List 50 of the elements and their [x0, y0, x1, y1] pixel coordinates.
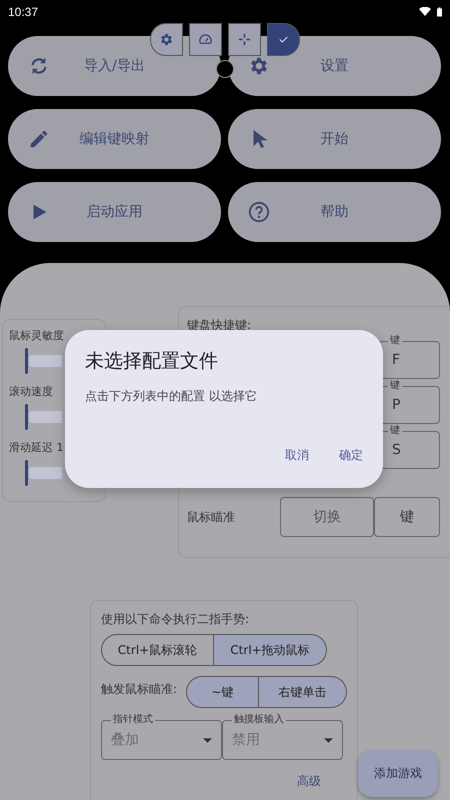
- dialog-title: 未选择配置文件: [85, 349, 219, 374]
- mode-field[interactable]: 切换: [280, 497, 374, 537]
- slider[interactable]: [25, 460, 62, 486]
- segment-button[interactable]: ~键: [186, 676, 259, 708]
- pencil-icon: [28, 128, 50, 150]
- help-icon: [248, 201, 270, 223]
- slider-thumb[interactable]: [25, 348, 28, 374]
- dropdown-field[interactable]: 触摸板输入 禁用: [222, 713, 343, 760]
- dialog-message: 点击下方列表中的配置 以选择它: [85, 388, 258, 405]
- clock: 10:37: [8, 4, 38, 18]
- slider-thumb[interactable]: [25, 460, 28, 486]
- slider-track: [29, 467, 62, 479]
- slider[interactable]: [25, 348, 62, 374]
- gear-icon: [159, 32, 174, 47]
- aim-label: 触发鼠标瞄准:: [101, 680, 178, 698]
- aim-label: 鼠标瞄准: [187, 508, 236, 526]
- slider-label: 滑动延迟 1: [9, 440, 64, 456]
- dialog-button[interactable]: 取消: [285, 447, 309, 464]
- action-button[interactable]: 帮助: [228, 182, 441, 242]
- segment-button[interactable]: Ctrl+拖动鼠标: [214, 634, 327, 666]
- gauge-icon: [198, 32, 213, 47]
- key-field[interactable]: 键: [374, 497, 440, 537]
- key-field[interactable]: 键 P: [378, 379, 440, 424]
- segment-button[interactable]: 右键单击: [259, 676, 347, 708]
- add-game-button[interactable]: 添加游戏: [358, 750, 438, 797]
- toolbar-tab[interactable]: [189, 23, 222, 56]
- action-button[interactable]: 启动应用: [8, 182, 221, 242]
- key-field[interactable]: 键 S: [378, 424, 440, 469]
- dropdown-field[interactable]: 指针模式 叠加: [101, 713, 222, 760]
- toolbar-tab[interactable]: [267, 23, 300, 56]
- slider-thumb[interactable]: [25, 404, 28, 430]
- caret-icon: [324, 738, 333, 742]
- slider-track: [29, 411, 62, 423]
- dialog-button[interactable]: 确定: [339, 447, 363, 464]
- key-field[interactable]: 键 F: [378, 334, 440, 379]
- action-button[interactable]: 编辑键映射: [8, 109, 221, 169]
- slider-track: [29, 355, 62, 367]
- action-button[interactable]: 设置: [228, 36, 441, 96]
- crosshair-icon: [237, 32, 252, 47]
- toolbar-tab[interactable]: [150, 23, 183, 56]
- advanced-button[interactable]: 高级: [291, 772, 327, 791]
- wifi-icon: [419, 7, 431, 16]
- action-button[interactable]: 导入/导出: [8, 36, 221, 96]
- action-button[interactable]: 开始: [228, 109, 441, 169]
- slider-label: 滚动速度: [9, 384, 53, 400]
- caret-icon: [203, 738, 212, 742]
- battery-icon: [437, 6, 442, 16]
- slider[interactable]: [25, 404, 62, 430]
- card-title: 使用以下命令执行二指手势:: [101, 611, 250, 628]
- slider-label: 鼠标灵敏度: [9, 328, 64, 344]
